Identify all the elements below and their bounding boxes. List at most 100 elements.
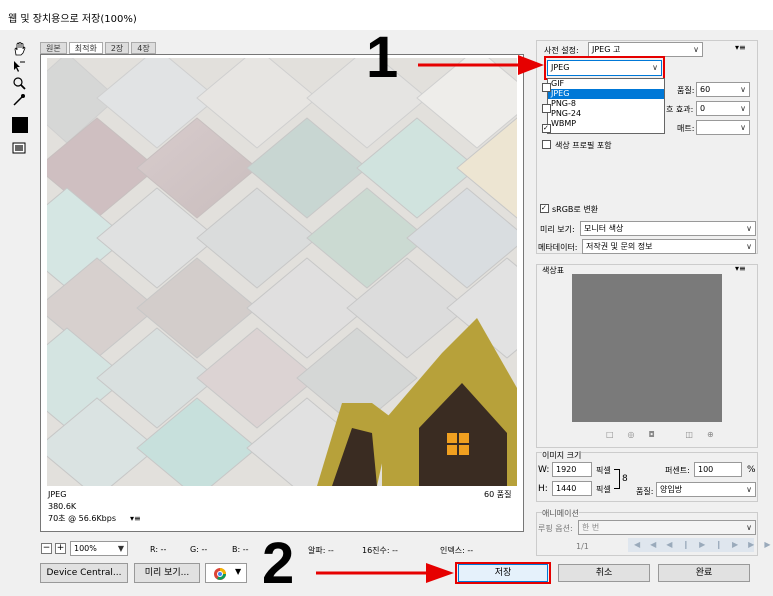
- matte-select[interactable]: ∨: [696, 120, 750, 135]
- done-button[interactable]: 완료: [658, 564, 750, 582]
- chevron-down-icon: ∨: [746, 523, 752, 532]
- chevron-down-icon: ∨: [746, 485, 752, 494]
- index-value: 인덱스: --: [440, 546, 474, 555]
- color-table-title: 색상표: [542, 266, 565, 275]
- g-value: G: --: [190, 545, 208, 554]
- format-option-wbmp[interactable]: WBMP: [548, 119, 664, 129]
- alpha-value: 알파: --: [308, 546, 334, 555]
- settings-menu-icon[interactable]: ▾≡: [735, 43, 746, 52]
- quality-select[interactable]: 60 ∨: [696, 82, 750, 97]
- resample-quality-select[interactable]: 양입방 ∨: [656, 482, 756, 497]
- checkbox-color-profile[interactable]: [542, 140, 551, 149]
- slice-select-tool-icon[interactable]: [10, 58, 28, 74]
- metadata-value: 저작권 및 문의 정보: [586, 242, 653, 251]
- format-select[interactable]: JPEG ∨: [547, 60, 662, 76]
- matte-label: 매트:: [677, 124, 695, 133]
- chevron-down-icon: ∨: [746, 242, 752, 251]
- preview-color-value: 모니터 색상: [584, 224, 624, 233]
- checkbox-optimized[interactable]: [542, 104, 551, 113]
- zoom-value: 100%: [74, 544, 97, 553]
- width-input[interactable]: 1920: [552, 462, 592, 477]
- checkbox-progressive[interactable]: [542, 83, 551, 92]
- chevron-down-icon: ∨: [746, 224, 752, 233]
- width-label: W:: [538, 465, 550, 475]
- zoom-in-button[interactable]: +: [55, 543, 66, 554]
- step1-arrow-icon: [418, 55, 544, 75]
- eyedropper-tool-icon[interactable]: [10, 92, 28, 108]
- preset-label: 사전 설정:: [544, 46, 579, 55]
- browser-icon: [214, 568, 226, 580]
- cancel-button[interactable]: 취소: [558, 564, 650, 582]
- tab-optimized[interactable]: 최적화: [68, 42, 103, 54]
- quality-value: 60: [700, 85, 711, 94]
- preview-button[interactable]: 미리 보기...: [134, 563, 200, 583]
- preview-image[interactable]: [47, 58, 517, 486]
- height-unit: 픽셀: [596, 485, 611, 494]
- step2-arrow-icon: [316, 563, 454, 583]
- resample-quality-value: 양입방: [660, 485, 683, 494]
- frame-counter: 1/1: [576, 542, 589, 551]
- color-table-tool-icons[interactable]: □◎◘ ◫⊕: [606, 430, 728, 439]
- zoom-select[interactable]: 100% ▼: [70, 541, 128, 556]
- hand-tool-icon[interactable]: [10, 41, 28, 57]
- checkbox-srgb[interactable]: ✓: [540, 204, 549, 213]
- chevron-down-icon: ∨: [740, 104, 746, 113]
- constrain-bracket: [614, 469, 620, 489]
- format-value: JPEG: [551, 63, 570, 72]
- srgb-label: sRGB로 변환: [552, 205, 599, 214]
- loop-label: 루핑 옵션:: [538, 524, 573, 533]
- preset-select[interactable]: JPEG 고 ∨: [588, 42, 703, 57]
- chevron-down-icon: ∨: [740, 85, 746, 94]
- preview-quality-note: 60 품질: [484, 490, 512, 499]
- chevron-down-icon: ▼: [235, 567, 242, 576]
- zoom-tool-icon[interactable]: [10, 75, 28, 91]
- format-option-jpeg[interactable]: JPEG: [548, 89, 664, 99]
- preview-file-size: 380.6K: [48, 502, 77, 511]
- tab-4up[interactable]: 4장: [131, 42, 156, 54]
- metadata-select[interactable]: 저작권 및 문의 정보 ∨: [582, 239, 756, 254]
- tab-2up[interactable]: 2장: [104, 42, 130, 54]
- browser-select[interactable]: ▼: [205, 563, 247, 583]
- animation-controls[interactable]: ◀◀◀❙▶❙▶▶▶: [628, 538, 770, 552]
- format-option-png24[interactable]: PNG-24: [548, 109, 664, 119]
- loop-select[interactable]: 한 번 ∨: [578, 520, 756, 535]
- animation-title: 애니메이션: [542, 508, 579, 519]
- format-option-png8[interactable]: PNG-8: [548, 99, 664, 109]
- download-menu-icon[interactable]: ▾≡: [130, 514, 141, 524]
- chevron-down-icon: ∨: [740, 123, 746, 132]
- image-size-title: 이미지 크기: [542, 450, 582, 461]
- color-table-menu-icon[interactable]: ▾≡: [735, 264, 746, 273]
- window-title: 웹 및 장치용으로 저장(100%): [8, 14, 137, 25]
- chevron-down-icon: ∨: [693, 45, 699, 54]
- preview-color-label: 미리 보기:: [540, 225, 575, 234]
- color-table-swatches: [572, 274, 722, 422]
- tab-original[interactable]: 원본: [40, 42, 67, 54]
- chevron-down-icon: ∨: [652, 63, 658, 72]
- checkbox-embed-profile[interactable]: ✓: [542, 124, 551, 133]
- link-icon[interactable]: 8: [622, 474, 628, 484]
- percent-input[interactable]: 100: [694, 462, 742, 477]
- b-value: B: --: [232, 545, 249, 554]
- metadata-label: 메타데이터:: [538, 243, 578, 252]
- loop-value: 한 번: [582, 523, 600, 532]
- device-central-button[interactable]: Device Central...: [40, 563, 128, 583]
- format-option-gif[interactable]: GIF: [548, 79, 664, 89]
- preview-download-time: 70초 @ 56.6Kbps: [48, 514, 117, 523]
- save-button[interactable]: 저장: [458, 564, 548, 582]
- blur-value: 0: [700, 104, 706, 113]
- preview-color-select[interactable]: 모니터 색상 ∨: [580, 221, 756, 236]
- blur-select[interactable]: 0 ∨: [696, 101, 750, 116]
- percent-unit: %: [747, 465, 756, 475]
- r-value: R: --: [150, 545, 167, 554]
- quality-label: 품질:: [677, 86, 695, 95]
- resample-quality-label: 품질:: [636, 487, 654, 496]
- step2-number: 2: [262, 531, 295, 596]
- toggle-slices-icon[interactable]: [10, 140, 28, 156]
- format-dropdown-list: GIF JPEG PNG-8 PNG-24 WBMP: [547, 78, 665, 134]
- zoom-out-button[interactable]: −: [41, 543, 52, 554]
- eyedropper-color-swatch[interactable]: [12, 117, 28, 133]
- width-unit: 픽셀: [596, 466, 611, 475]
- height-input[interactable]: 1440: [552, 481, 592, 496]
- percent-label: 퍼센트:: [665, 466, 690, 475]
- step1-number: 1: [366, 25, 399, 90]
